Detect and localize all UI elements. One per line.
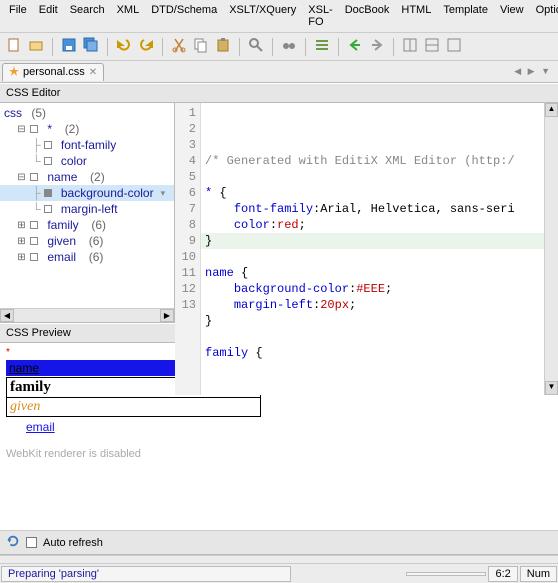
menu-options[interactable]: Options bbox=[531, 2, 558, 30]
save-all-icon[interactable] bbox=[83, 37, 99, 56]
find-icon[interactable] bbox=[248, 37, 264, 56]
menu-file[interactable]: File bbox=[4, 2, 32, 30]
star-icon bbox=[9, 66, 19, 79]
refresh-bar: Auto refresh bbox=[0, 530, 558, 555]
menu-dtd-schema[interactable]: DTD/Schema bbox=[146, 2, 222, 30]
refresh-icon[interactable] bbox=[6, 534, 20, 551]
code-vscroll[interactable]: ▲▼ bbox=[544, 103, 558, 395]
tree-leaf-color[interactable]: └ color bbox=[0, 153, 174, 169]
tree-item-family[interactable]: ⊞ family (6) bbox=[0, 217, 174, 233]
menu-view[interactable]: View bbox=[495, 2, 529, 30]
menu-xsl-fo[interactable]: XSL-FO bbox=[303, 2, 337, 30]
line-gutter: 12345678910111213 bbox=[175, 103, 201, 395]
tree-item-name[interactable]: ⊟ name (2) bbox=[0, 169, 174, 185]
cut-icon[interactable] bbox=[171, 37, 187, 56]
toolbar bbox=[0, 33, 558, 61]
tab-nav[interactable]: ◀ ▶ ▼ bbox=[508, 66, 558, 77]
tabbar: personal.css ✕ ◀ ▶ ▼ bbox=[0, 61, 558, 83]
back-icon[interactable] bbox=[347, 37, 363, 56]
tree-leaf-margin-left[interactable]: └ margin-left bbox=[0, 201, 174, 217]
preview-note: WebKit renderer is disabled bbox=[6, 448, 552, 460]
statusbar: Preparing 'parsing' 6:2 Num bbox=[0, 563, 558, 583]
code-editor[interactable]: 12345678910111213 /* Generated with Edit… bbox=[175, 103, 558, 395]
copy-icon[interactable] bbox=[193, 37, 209, 56]
layout2-icon[interactable] bbox=[424, 37, 440, 56]
menubar: File Edit Search XML DTD/Schema XSLT/XQu… bbox=[0, 0, 558, 33]
save-icon[interactable] bbox=[61, 37, 77, 56]
open-icon[interactable] bbox=[28, 37, 44, 56]
tab-personal-css[interactable]: personal.css ✕ bbox=[2, 63, 104, 81]
tab-label: personal.css bbox=[23, 66, 85, 78]
css-editor-title: CSS Editor bbox=[0, 83, 558, 103]
list-icon[interactable] bbox=[314, 37, 330, 56]
layout3-icon[interactable] bbox=[446, 37, 462, 56]
status-position: 6:2 bbox=[488, 566, 517, 582]
binoculars-icon[interactable] bbox=[281, 37, 297, 56]
new-icon[interactable] bbox=[6, 37, 22, 56]
tree-item-star[interactable]: ⊟ * (2) bbox=[0, 121, 174, 137]
auto-refresh-label: Auto refresh bbox=[43, 537, 103, 549]
editor-area: css (5) ⊟ * (2) ├ font-family └ color ⊟ … bbox=[0, 103, 558, 323]
tree-root[interactable]: css (5) bbox=[0, 105, 174, 121]
redo-icon[interactable] bbox=[138, 37, 154, 56]
undo-icon[interactable] bbox=[116, 37, 132, 56]
tree-hscroll[interactable]: ◀▶ bbox=[0, 308, 174, 322]
status-message: Preparing 'parsing' bbox=[1, 566, 291, 582]
preview-email: email bbox=[26, 420, 552, 434]
close-icon[interactable]: ✕ bbox=[89, 67, 97, 78]
paste-icon[interactable] bbox=[215, 37, 231, 56]
menu-xslt-xquery[interactable]: XSLT/XQuery bbox=[224, 2, 301, 30]
menu-template[interactable]: Template bbox=[438, 2, 493, 30]
layout1-icon[interactable] bbox=[402, 37, 418, 56]
code-hscroll[interactable]: ◀▶ bbox=[175, 395, 558, 409]
menu-search[interactable]: Search bbox=[65, 2, 110, 30]
tree-item-email[interactable]: ⊞ email (6) bbox=[0, 249, 174, 265]
auto-refresh-checkbox[interactable] bbox=[26, 537, 37, 548]
menu-xml[interactable]: XML bbox=[112, 2, 145, 30]
tree-leaf-background-color[interactable]: ├ background-color▾ bbox=[0, 185, 174, 201]
menu-docbook[interactable]: DocBook bbox=[340, 2, 395, 30]
tree-leaf-font-family[interactable]: ├ font-family bbox=[0, 137, 174, 153]
css-tree: css (5) ⊟ * (2) ├ font-family └ color ⊟ … bbox=[0, 103, 175, 322]
forward-icon[interactable] bbox=[369, 37, 385, 56]
menu-html[interactable]: HTML bbox=[396, 2, 436, 30]
status-mode: Num bbox=[520, 566, 557, 582]
menu-edit[interactable]: Edit bbox=[34, 2, 63, 30]
status-empty bbox=[406, 572, 486, 576]
tree-item-given[interactable]: ⊞ given (6) bbox=[0, 233, 174, 249]
